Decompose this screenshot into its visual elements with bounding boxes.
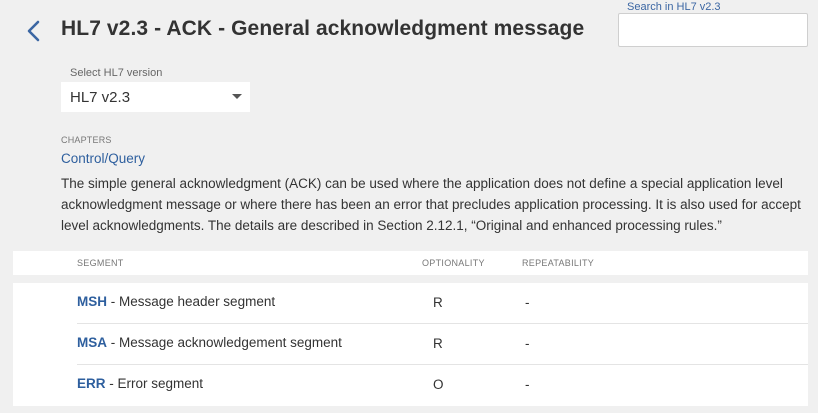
segment-code-link[interactable]: MSH: [77, 294, 107, 309]
optionality-cell: R: [433, 295, 443, 310]
search-label: Search in HL7 v2.3: [627, 1, 721, 13]
segment-cell: MSA - Message acknowledgement segment: [77, 335, 342, 350]
search-input[interactable]: [618, 13, 808, 47]
column-header-segment: SEGMENT: [77, 258, 124, 268]
column-header-repeatability: REPEATABILITY: [522, 258, 595, 268]
caret-down-icon: [232, 94, 242, 99]
chapter-link[interactable]: Control/Query: [61, 151, 145, 166]
version-select-label: Select HL7 version: [70, 67, 163, 79]
table-row: ERR - Error segment O -: [77, 365, 808, 406]
segment-code-link[interactable]: MSA: [77, 335, 107, 350]
segment-name: - Message header segment: [107, 294, 276, 309]
segment-name: - Error segment: [105, 376, 204, 391]
table-row: MSH - Message header segment R -: [77, 283, 808, 324]
message-description: The simple general acknowledgment (ACK) …: [61, 176, 801, 233]
column-header-optionality: OPTIONALITY: [422, 258, 485, 268]
segment-table: MSH - Message header segment R - MSA - M…: [13, 283, 808, 406]
version-select-value: HL7 v2.3: [70, 88, 131, 106]
repeatability-cell: -: [525, 295, 530, 310]
segment-cell: ERR - Error segment: [77, 376, 203, 391]
segment-name: - Message acknowledgement segment: [107, 335, 342, 350]
segment-code-link[interactable]: ERR: [77, 376, 106, 391]
optionality-cell: R: [433, 336, 443, 351]
optionality-cell: O: [433, 377, 444, 392]
table-row: MSA - Message acknowledgement segment R …: [77, 324, 808, 365]
chapters-label: CHAPTERS: [61, 135, 112, 145]
segment-cell: MSH - Message header segment: [77, 294, 275, 309]
repeatability-cell: -: [525, 377, 530, 392]
page: HL7 v2.3 - ACK - General acknowledgment …: [0, 0, 818, 413]
chevron-left-icon[interactable]: [20, 18, 46, 44]
page-title: HL7 v2.3 - ACK - General acknowledgment …: [61, 17, 585, 40]
version-select[interactable]: HL7 v2.3: [61, 82, 250, 112]
table-header: SEGMENT OPTIONALITY REPEATABILITY: [13, 251, 808, 275]
repeatability-cell: -: [525, 336, 530, 351]
